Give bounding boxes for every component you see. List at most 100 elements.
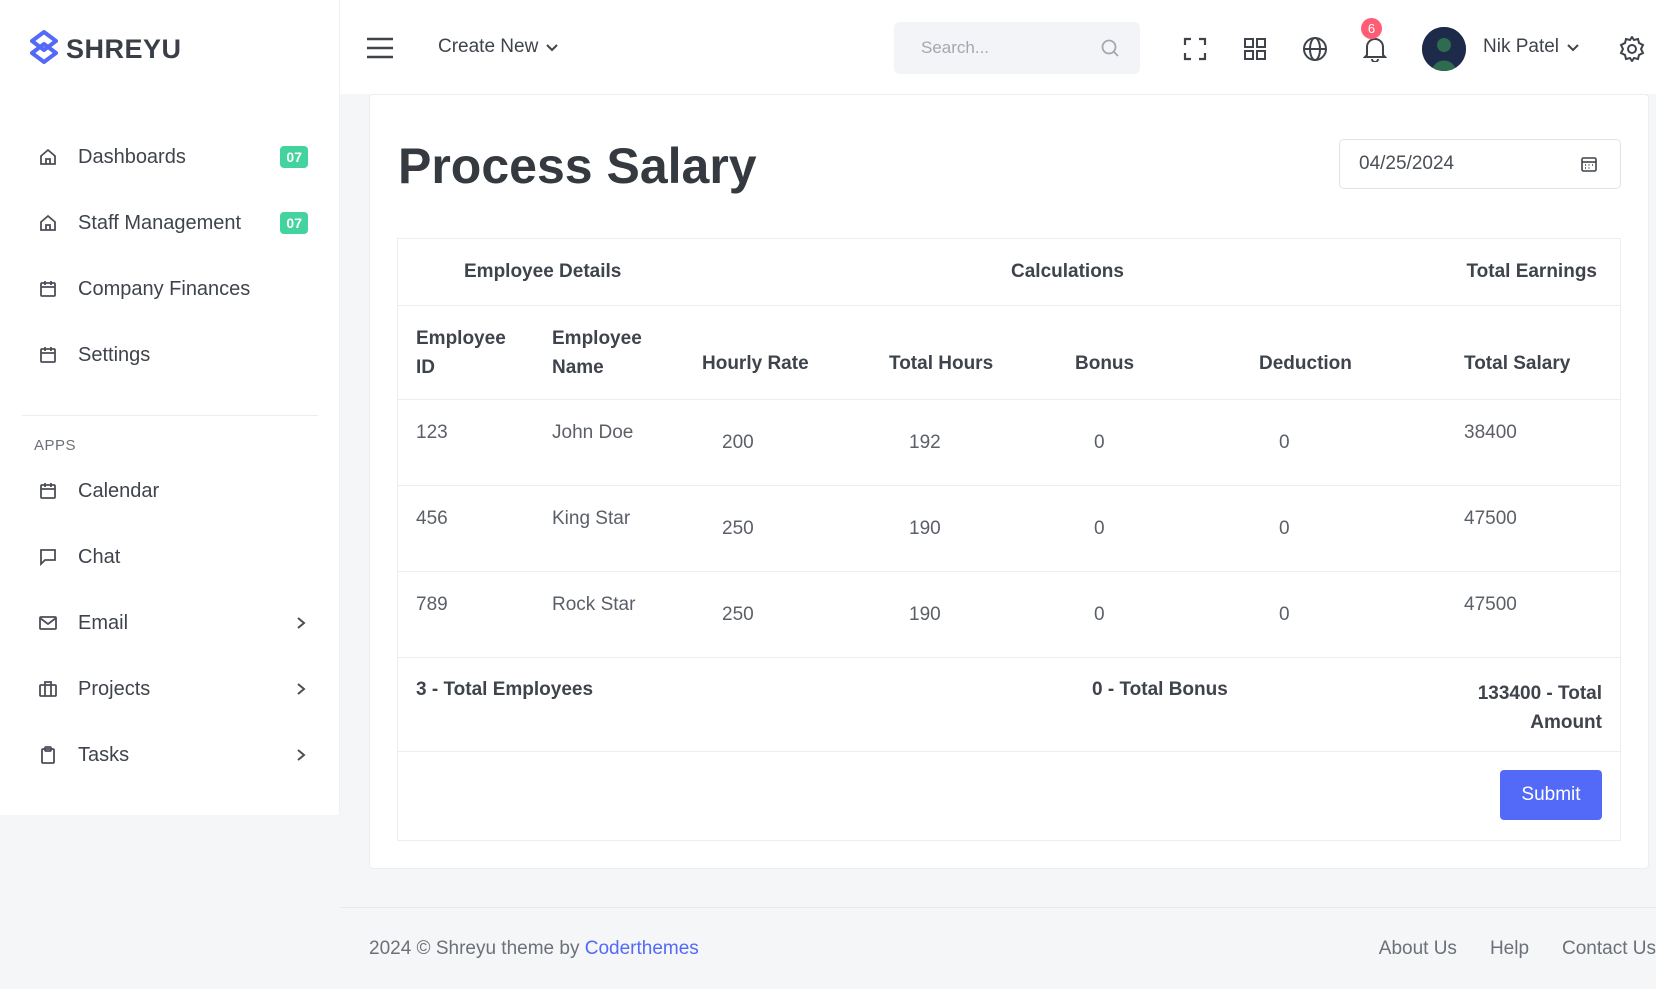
employee-name: King Star: [552, 508, 631, 529]
main-nav: Dashboards 07 Staff Management 07 Compan…: [0, 124, 340, 388]
sidebar-item-label: Settings: [78, 343, 151, 366]
chevron-right-icon: [294, 616, 308, 630]
total-hours: 190: [909, 604, 941, 625]
sidebar-item-label: Tasks: [78, 743, 130, 766]
notification-badge: 6: [1361, 18, 1382, 39]
employee-id: 789: [416, 594, 448, 615]
date-picker[interactable]: 04/25/2024: [1339, 139, 1621, 189]
hourly-rate: 250: [722, 604, 754, 625]
brand-logo[interactable]: SHREYU: [30, 30, 182, 69]
apps-grid-icon[interactable]: [1242, 36, 1268, 62]
submit-button[interactable]: Submit: [1500, 770, 1602, 820]
sidebar-item-label: Calendar: [78, 479, 160, 502]
sidebar-item-calendar[interactable]: Calendar: [0, 458, 340, 524]
employee-id: 456: [416, 508, 448, 529]
calendar-icon: [1580, 155, 1598, 179]
avatar[interactable]: [1422, 27, 1466, 71]
author-link[interactable]: Coderthemes: [585, 938, 699, 959]
column-employee-id: Employee ID: [416, 328, 506, 378]
apps-section-title: APPS: [34, 437, 77, 454]
gear-icon[interactable]: [1619, 36, 1645, 62]
sidebar-item-email[interactable]: Email: [0, 590, 340, 656]
total-employees: 3 - Total Employees: [416, 679, 594, 700]
total-hours: 190: [909, 518, 941, 539]
table-row: 789 Rock Star 250 190 0 0 47500: [398, 572, 1620, 658]
calendar-icon: [37, 278, 59, 300]
home-icon: [37, 212, 59, 234]
deduction: 0: [1279, 604, 1290, 625]
bonus: 0: [1094, 604, 1105, 625]
footer-links: About Us Help Contact Us: [1379, 938, 1656, 960]
mail-icon: [37, 612, 59, 634]
salary-card: Process Salary 04/25/2024 Employee Detai…: [369, 94, 1649, 869]
sidebar-item-label: Staff Management: [78, 211, 242, 234]
menu-toggle-icon[interactable]: [366, 37, 394, 61]
sidebar-item-company-finances[interactable]: Company Finances: [0, 256, 340, 322]
logo-icon: [30, 30, 58, 69]
bonus: 0: [1094, 432, 1105, 453]
sidebar: SHREYU Dashboards 07 Staff Management 07…: [0, 0, 340, 815]
footer-link-help[interactable]: Help: [1490, 938, 1529, 960]
footer-copyright: 2024 © Shreyu theme by Coderthemes: [369, 938, 699, 960]
clipboard-icon: [37, 744, 59, 766]
table-actions-row: Submit: [398, 752, 1620, 840]
deduction: 0: [1279, 432, 1290, 453]
column-employee-name: Employee Name: [552, 328, 642, 378]
table-summary-row: 3 - Total Employees 0 - Total Bonus 1334…: [398, 658, 1620, 752]
count-badge: 07: [280, 146, 308, 168]
footer-link-contact[interactable]: Contact Us: [1562, 938, 1656, 960]
chevron-down-icon: [546, 36, 559, 58]
sidebar-item-chat[interactable]: Chat: [0, 524, 340, 590]
table-column-header: Employee ID Employee Name Hourly Rate To…: [398, 306, 1620, 400]
sidebar-item-tasks[interactable]: Tasks: [0, 722, 340, 788]
table-row: 456 King Star 250 190 0 0 47500: [398, 486, 1620, 572]
total-bonus: 0 - Total Bonus: [1092, 679, 1228, 700]
apps-nav: Calendar Chat Email Projects Tasks: [0, 458, 340, 788]
calendar-icon: [37, 344, 59, 366]
copyright-text: 2024 © Shreyu theme by: [369, 938, 585, 959]
briefcase-icon: [37, 678, 59, 700]
table-row: 123 John Doe 200 192 0 0 38400: [398, 400, 1620, 486]
bonus: 0: [1094, 518, 1105, 539]
employee-id: 123: [416, 422, 448, 443]
date-value: 04/25/2024: [1359, 153, 1455, 174]
calendar-icon: [37, 480, 59, 502]
sidebar-item-settings[interactable]: Settings: [0, 322, 340, 388]
chat-icon: [37, 546, 59, 568]
create-new-dropdown[interactable]: Create New: [438, 36, 559, 58]
salary-table: Employee Details Calculations Total Earn…: [397, 238, 1621, 841]
hourly-rate: 200: [722, 432, 754, 453]
group-header-calculations: Calculations: [1011, 261, 1124, 282]
sidebar-item-label: Company Finances: [78, 277, 251, 300]
brand-name: SHREYU: [66, 34, 182, 64]
deduction: 0: [1279, 518, 1290, 539]
footer-divider: [340, 907, 1656, 908]
sidebar-item-label: Dashboards: [78, 145, 186, 168]
search-input[interactable]: [921, 38, 1091, 58]
sidebar-item-label: Email: [78, 611, 129, 634]
search-icon[interactable]: [1100, 38, 1120, 63]
column-total-hours: Total Hours: [889, 353, 994, 374]
user-menu[interactable]: Nik Patel: [1483, 36, 1579, 58]
sidebar-item-label: Projects: [78, 677, 151, 700]
sidebar-item-projects[interactable]: Projects: [0, 656, 340, 722]
sidebar-item-dashboards[interactable]: Dashboards 07: [0, 124, 340, 190]
create-new-label: Create New: [438, 36, 539, 57]
total-salary: 38400: [1464, 422, 1517, 443]
count-badge: 07: [280, 212, 308, 234]
page-title: Process Salary: [398, 138, 757, 194]
group-header-total-earnings: Total Earnings: [1466, 261, 1597, 282]
globe-icon[interactable]: [1302, 36, 1328, 62]
employee-name: John Doe: [552, 422, 634, 443]
column-deduction: Deduction: [1259, 353, 1352, 374]
home-icon: [37, 146, 59, 168]
fullscreen-icon[interactable]: [1182, 36, 1208, 62]
total-hours: 192: [909, 432, 941, 453]
bell-icon[interactable]: [1362, 36, 1388, 62]
sidebar-item-label: Chat: [78, 545, 121, 568]
total-salary: 47500: [1464, 508, 1517, 529]
chevron-down-icon: [1567, 36, 1579, 58]
sidebar-item-staff-management[interactable]: Staff Management 07: [0, 190, 340, 256]
footer-link-about[interactable]: About Us: [1379, 938, 1457, 960]
employee-name: Rock Star: [552, 594, 636, 615]
